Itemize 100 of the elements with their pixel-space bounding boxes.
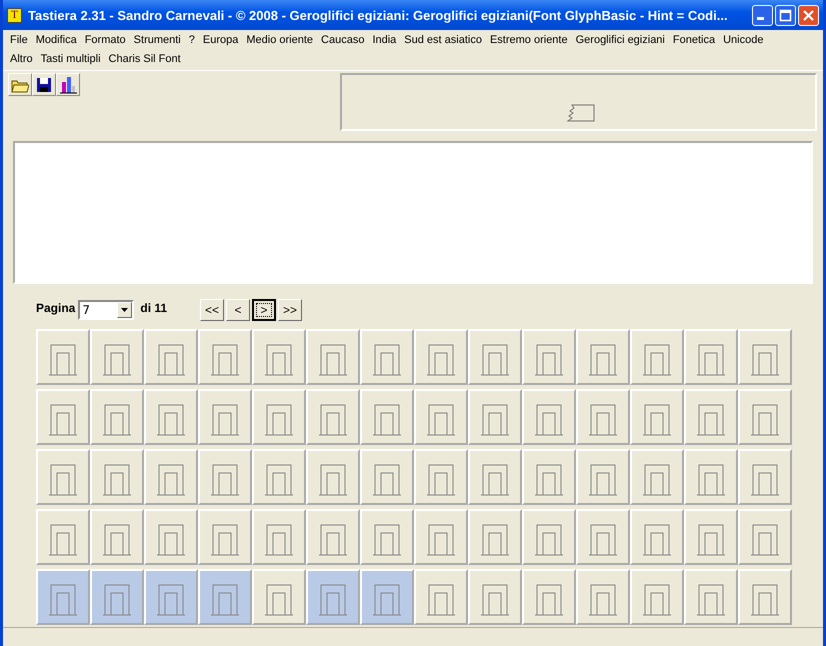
glyph-key[interactable] [468, 449, 522, 505]
glyph-key[interactable] [468, 569, 522, 625]
glyph-key[interactable] [360, 329, 414, 385]
glyph-key[interactable] [684, 389, 738, 445]
glyph-key[interactable] [522, 449, 576, 505]
menu-item[interactable]: Strumenti [130, 31, 185, 50]
menu-item[interactable]: Medio oriente [242, 31, 318, 50]
glyph-key[interactable] [306, 389, 360, 445]
page-nav-button[interactable]: < [226, 299, 250, 321]
glyph-key[interactable] [414, 509, 468, 565]
glyph-key[interactable] [360, 509, 414, 565]
glyph-key[interactable] [630, 389, 684, 445]
menu-item[interactable]: Geroglifici egiziani [572, 31, 669, 50]
menu-item[interactable]: Caucaso [317, 31, 368, 50]
glyph-key[interactable] [306, 509, 360, 565]
glyph-key[interactable] [684, 329, 738, 385]
glyph-key[interactable] [522, 389, 576, 445]
glyph-key[interactable] [306, 449, 360, 505]
glyph-key[interactable] [198, 509, 252, 565]
glyph-key[interactable] [684, 509, 738, 565]
glyph-key[interactable] [144, 329, 198, 385]
glyph-key[interactable] [738, 329, 792, 385]
glyph-key[interactable] [684, 569, 738, 625]
glyph-key[interactable] [198, 329, 252, 385]
glyph-key[interactable] [252, 449, 306, 505]
menu-item[interactable]: Altro [6, 50, 37, 69]
open-button[interactable] [8, 73, 32, 96]
page-nav-button[interactable]: << [200, 299, 224, 321]
save-button[interactable] [32, 73, 56, 96]
glyph-key[interactable] [90, 389, 144, 445]
glyph-key[interactable] [576, 509, 630, 565]
glyph-key[interactable] [522, 509, 576, 565]
glyph-key[interactable] [738, 449, 792, 505]
page-nav-button[interactable]: > [252, 299, 276, 321]
close-button[interactable] [798, 4, 819, 26]
glyph-key[interactable] [576, 329, 630, 385]
glyph-key[interactable] [414, 389, 468, 445]
glyph-key[interactable] [36, 509, 90, 565]
glyph-key[interactable] [738, 569, 792, 625]
glyph-key[interactable] [522, 329, 576, 385]
glyph-key[interactable] [630, 449, 684, 505]
glyph-key[interactable] [576, 389, 630, 445]
menu-item[interactable]: Sud est asiatico [400, 31, 486, 50]
glyph-key[interactable] [414, 569, 468, 625]
glyph-key[interactable] [252, 509, 306, 565]
glyph-key[interactable] [252, 389, 306, 445]
menu-item[interactable]: File [6, 31, 32, 50]
glyph-key[interactable] [414, 329, 468, 385]
glyph-key[interactable] [198, 569, 252, 625]
glyph-key[interactable] [36, 389, 90, 445]
glyph-key[interactable] [36, 329, 90, 385]
glyph-key[interactable] [36, 569, 90, 625]
glyph-key[interactable] [306, 569, 360, 625]
menu-item[interactable]: Estremo oriente [486, 31, 572, 50]
menu-item[interactable]: India [368, 31, 400, 50]
menu-item[interactable]: Charis Sil Font [104, 50, 185, 69]
glyph-key[interactable] [90, 449, 144, 505]
glyph-key[interactable] [360, 389, 414, 445]
glyph-key[interactable] [738, 509, 792, 565]
glyph-key[interactable] [252, 569, 306, 625]
glyph-key[interactable] [630, 329, 684, 385]
glyph-key[interactable] [198, 449, 252, 505]
glyph-key[interactable] [468, 329, 522, 385]
glyph-key[interactable] [144, 509, 198, 565]
glyph-key[interactable] [90, 509, 144, 565]
glyph-key[interactable] [144, 389, 198, 445]
glyph-key[interactable] [522, 569, 576, 625]
glyph-key[interactable] [90, 329, 144, 385]
glyph-key[interactable] [414, 449, 468, 505]
menu-item[interactable]: Tasti multipli [36, 50, 105, 69]
menu-item[interactable]: Fonetica [668, 31, 720, 50]
caret-icon [121, 308, 128, 312]
menu-item[interactable]: Modifica [32, 31, 81, 50]
glyph-key[interactable] [576, 569, 630, 625]
glyph-key[interactable] [468, 509, 522, 565]
chart-button[interactable] [56, 73, 80, 96]
glyph-key[interactable] [306, 329, 360, 385]
glyph-key[interactable] [684, 449, 738, 505]
glyph-key[interactable] [90, 569, 144, 625]
page-dropdown[interactable]: 7 [78, 300, 134, 320]
maximize-button[interactable] [775, 4, 796, 26]
menu-item[interactable]: Formato [80, 31, 130, 50]
glyph-key[interactable] [36, 449, 90, 505]
glyph-key[interactable] [738, 389, 792, 445]
glyph-key[interactable] [360, 569, 414, 625]
glyph-key[interactable] [630, 509, 684, 565]
glyph-key[interactable] [576, 449, 630, 505]
glyph-key[interactable] [360, 449, 414, 505]
menu-item[interactable]: ? [184, 31, 199, 50]
minimize-button[interactable] [752, 4, 773, 26]
glyph-key[interactable] [630, 569, 684, 625]
glyph-key[interactable] [198, 389, 252, 445]
menu-item[interactable]: Europa [198, 31, 242, 50]
glyph-key[interactable] [144, 449, 198, 505]
menu-item[interactable]: Unicode [719, 31, 768, 50]
glyph-key[interactable] [468, 389, 522, 445]
column-chart-icon [59, 76, 77, 94]
page-nav-button[interactable]: >> [278, 299, 302, 321]
glyph-key[interactable] [144, 569, 198, 625]
glyph-key[interactable] [252, 329, 306, 385]
